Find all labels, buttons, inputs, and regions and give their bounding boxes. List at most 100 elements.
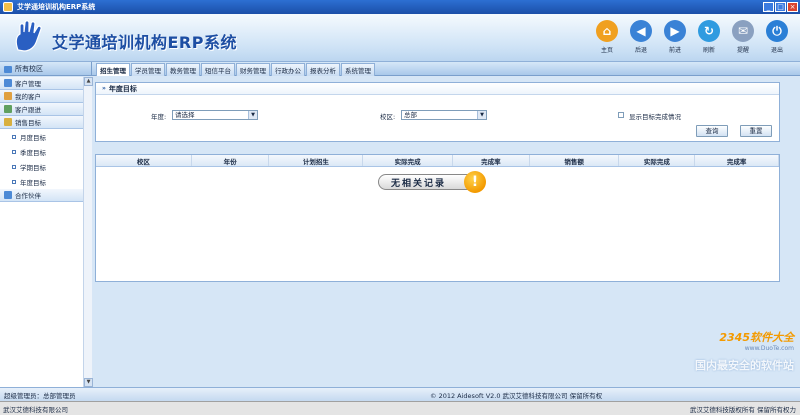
tab-7[interactable]: 系统管理 (341, 63, 375, 76)
window-titlebar: 艾学通培训机构ERP系统 _ □ × (0, 0, 800, 14)
sidebar-item-label: 我的客户 (15, 93, 41, 101)
sidebar-subitem-1[interactable]: 季度目标 (0, 144, 91, 159)
sidebar-subitem-3[interactable]: 年度目标 (0, 174, 91, 189)
reset-button[interactable]: 重置 (740, 125, 772, 137)
company-name: 武汉艾德科技有限公司 (3, 405, 68, 414)
toolbar-label: 后退 (634, 47, 647, 54)
column-header[interactable]: 完成率 (695, 155, 779, 166)
toolbar-label: 提醒 (736, 47, 749, 54)
corner-slogan: 国内最安全的软件站 (695, 359, 794, 372)
tab-6[interactable]: 报表分析 (306, 63, 340, 76)
panel-title: » 年度目标 (96, 83, 779, 95)
sidebar-item-label: 合作伙伴 (15, 192, 41, 200)
sidebar: 客户管理我的客户客户跟进 销售目标 月度目标季度目标学期目标年度目标 合作伙伴 ▲… (0, 77, 93, 387)
empty-text: 无相关记录 (378, 174, 478, 190)
sidebar-icon (4, 118, 12, 126)
corner-brand: 2345软件大全 (719, 331, 794, 344)
current-user: 超级管理员：总部管理员 (4, 391, 76, 400)
bottom-bar: 武汉艾德科技有限公司 武汉艾德科技版权所有 保留所有权力 (0, 401, 800, 415)
tab-1[interactable]: 学员管理 (131, 63, 165, 76)
column-header[interactable]: 年份 (192, 155, 270, 166)
status-bar: 超级管理员：总部管理员 © 2012 Aidesoft V2.0 武汉艾德科技有… (0, 387, 800, 401)
window-controls: _ □ × (763, 2, 798, 12)
tab-4[interactable]: 财务管理 (236, 63, 270, 76)
corner-url: www.DuoTe.com (744, 345, 794, 352)
tab-5[interactable]: 行政办公 (271, 63, 305, 76)
campus-label: 校区: (380, 113, 396, 121)
year-label: 年度: (151, 113, 167, 121)
campus-select[interactable]: 总部 ▼ (401, 110, 487, 120)
chevron-down-icon: ▼ (477, 111, 486, 119)
query-button[interactable]: 查询 (696, 125, 728, 137)
rights-text: 武汉艾德科技版权所有 保留所有权力 (689, 405, 796, 414)
campus-selector[interactable]: 所有校区 (0, 62, 92, 76)
sidebar-item-label: 客户管理 (15, 80, 41, 88)
column-header[interactable]: 计划招生 (269, 155, 364, 166)
toolbar-button-back[interactable]: ◀ 后退 (624, 18, 658, 58)
sidebar-icon (4, 105, 12, 113)
campus-select-value: 总部 (404, 111, 417, 119)
sidebar-icon (4, 92, 12, 100)
year-select-value: 请选择 (175, 111, 195, 119)
sidebar-subitem-label: 季度目标 (20, 148, 46, 157)
nav-row: 所有校区 招生管理 学员管理 教务管理 短信平台 财务管理 行政办公 报表分析 系统管理 (0, 62, 800, 76)
copyright-text: © 2012 Aidesoft V2.0 武汉艾德科技有限公司 保留所有权 (430, 391, 603, 400)
sidebar-subitem-2[interactable]: 学期目标 (0, 159, 91, 174)
sidebar-subitem-label: 学期目标 (20, 163, 46, 172)
sidebar-subitem-0[interactable]: 月度目标 (0, 129, 91, 144)
toolbar-button-power[interactable]: ⏻ 退出 (760, 18, 794, 58)
search-panel: » 年度目标 年度: 请选择 ▼ 校区: 总部 ▼ 显示目标完成情况 查询 重置 (95, 82, 780, 142)
sidebar-item-partners[interactable]: 合作伙伴 (0, 189, 91, 202)
sidebar-item-3[interactable]: 销售目标 (0, 116, 91, 129)
bullet-icon (12, 134, 16, 139)
empty-message: 无相关记录 ! (378, 171, 496, 193)
bullet-icon (12, 164, 16, 169)
scroll-down-icon[interactable]: ▼ (84, 378, 93, 387)
header-banner: 艾学通培训机构ERP系统 ⌂ 主页 ◀ 后退 ▶ 前进 ↻ 刷新 ✉ 提醒 ⏻ 退出 (0, 14, 800, 62)
toolbar-button-home[interactable]: ⌂ 主页 (590, 18, 624, 58)
sidebar-item-0[interactable]: 客户管理 (0, 77, 91, 90)
year-select[interactable]: 请选择 ▼ (172, 110, 258, 120)
corner-watermark: 2345软件大全 www.DuoTe.com 国内最安全的软件站 (695, 329, 794, 373)
sidebar-item-1[interactable]: 我的客户 (0, 90, 91, 103)
column-header[interactable]: 完成率 (453, 155, 530, 166)
home-icon: ⌂ (596, 20, 618, 42)
sidebar-item-2[interactable]: 客户跟进 (0, 103, 91, 116)
toolbar-label: 主页 (600, 47, 613, 54)
bullet-icon (12, 149, 16, 154)
double-arrow-icon: » (102, 85, 106, 92)
sidebar-subitem-label: 年度目标 (20, 178, 46, 187)
minimize-button[interactable]: _ (763, 2, 774, 12)
column-header[interactable]: 销售额 (530, 155, 620, 166)
toolbar-button-refresh[interactable]: ↻ 刷新 (692, 18, 726, 58)
tab-0[interactable]: 招生管理 (96, 63, 130, 76)
back-icon: ◀ (630, 20, 652, 42)
panel-title-text: 年度目标 (108, 84, 137, 93)
campus-selector-label: 所有校区 (15, 65, 43, 73)
column-header[interactable]: 实际完成 (363, 155, 453, 166)
column-header[interactable]: 实际完成 (619, 155, 696, 166)
campus-icon (4, 65, 12, 73)
window-title: 艾学通培训机构ERP系统 (17, 3, 96, 11)
sidebar-scrollbar[interactable]: ▲ ▼ (83, 77, 93, 387)
show-complete-checkbox[interactable] (618, 112, 624, 118)
maximize-button[interactable]: □ (775, 2, 786, 12)
bullet-icon (12, 179, 16, 184)
tab-3[interactable]: 短信平台 (201, 63, 235, 76)
scroll-up-icon[interactable]: ▲ (84, 77, 93, 86)
close-button[interactable]: × (787, 2, 798, 12)
watermark-text: www.DuoTe.com (281, 191, 479, 215)
toolbar-label: 退出 (770, 47, 783, 54)
module-tabs: 招生管理 学员管理 教务管理 短信平台 财务管理 行政办公 报表分析 系统管理 (96, 63, 375, 76)
toolbar-label: 前进 (668, 47, 681, 54)
power-icon: ⏻ (766, 20, 788, 42)
warning-icon: ! (464, 171, 486, 193)
show-complete-label: 显示目标完成情况 (629, 113, 681, 121)
toolbar-label: 刷新 (702, 47, 715, 54)
toolbar-button-reminder[interactable]: ✉ 提醒 (726, 18, 760, 58)
sidebar-subitem-label: 月度目标 (20, 133, 46, 142)
tab-2[interactable]: 教务管理 (166, 63, 200, 76)
hand-logo-icon (15, 20, 42, 52)
toolbar-button-forward[interactable]: ▶ 前进 (658, 18, 692, 58)
column-header[interactable]: 校区 (96, 155, 192, 166)
